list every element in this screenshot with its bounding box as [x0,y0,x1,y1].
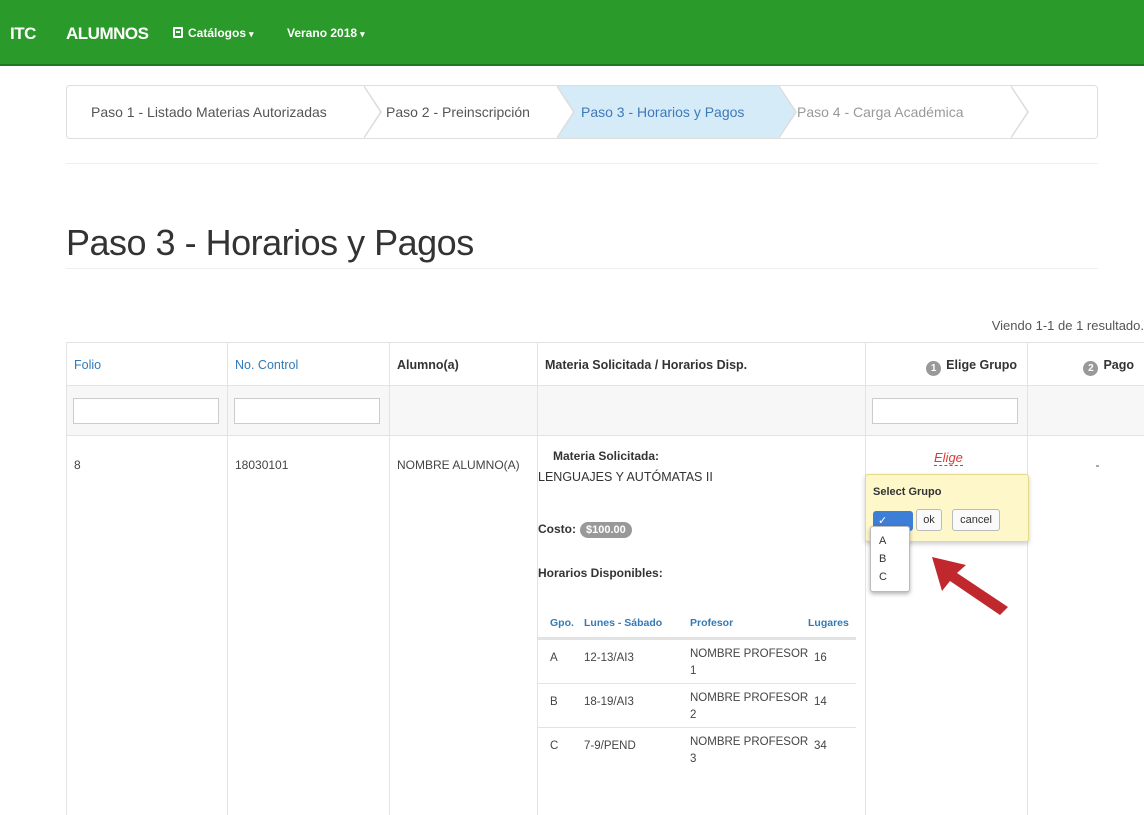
schedule-lugares: 14 [814,696,827,708]
page-title: Paso 3 - Horarios y Pagos [66,222,474,263]
step-separator [556,86,575,138]
schedule-lugares: 34 [814,740,827,752]
grupo-option-c[interactable]: C [879,571,887,583]
schedule-row: A 12-13/AI3 NOMBRE PROFESOR 1 16 [538,639,856,683]
schedule-profesor: NOMBRE PROFESOR 3 [690,734,808,768]
grupo-option-b[interactable]: B [879,553,886,565]
column-header-grupo-label: Elige Grupo [946,358,1017,372]
cell-folio: 8 [66,436,228,815]
ok-button[interactable]: ok [916,509,942,531]
column-header-materia: Materia Solicitada / Horarios Disp. [538,342,866,386]
step-separator [1010,86,1029,138]
schedule-header: Gpo. [550,617,574,629]
profesor-name: NOMBRE PROFESOR [690,736,809,748]
caret-down-icon: ▾ [360,29,365,39]
wizard-step-4: Paso 4 - Carga Académica [779,86,1029,138]
popover-title: Select Grupo [873,486,942,498]
nav-catalogos-menu[interactable]: Catálogos ▾ [173,26,254,40]
schedule-table: Gpo. Lunes - Sábado Profesor Lugares A 1… [538,606,856,771]
schedule-header-row: Gpo. Lunes - Sábado Profesor Lugares [538,606,856,639]
wizard-step-label: Paso 2 - Preinscripción [386,104,530,120]
schedule-horario: 18-19/AI3 [584,696,634,708]
cell-pago: - [1028,436,1144,815]
grupo-dropdown: A B C [870,526,910,592]
wizard-step-label: Paso 4 - Carga Académica [797,104,964,120]
profesor-number: 2 [690,709,697,721]
profesor-name: NOMBRE PROFESOR [690,692,809,704]
column-header-pago: 2 Pago [1028,342,1144,386]
filter-cell [1028,386,1144,436]
filter-cell [228,386,390,436]
schedule-gpo: A [550,652,558,664]
wizard-step-3[interactable]: Paso 3 - Horarios y Pagos [557,86,797,138]
wizard-step-label: Paso 1 - Listado Materias Autorizadas [91,104,327,120]
step-separator [363,86,382,138]
arrow-shape [932,557,1008,615]
nav-alumnos[interactable]: ALUMNOS [66,24,149,44]
filter-control-input[interactable] [234,398,380,424]
column-header-pago-label: Pago [1103,358,1134,372]
column-header-control[interactable]: No. Control [228,342,390,386]
costo: Costo: $100.00 [538,522,632,538]
nav-periodo-label: Verano 2018 [287,26,358,40]
step-number-badge: 2 [1083,361,1099,376]
cell-alumno: NOMBRE ALUMNO(A) [390,436,538,815]
grupo-option-a[interactable]: A [879,535,886,547]
red-arrow-icon [932,557,1008,615]
schedule-profesor: NOMBRE PROFESOR 2 [690,690,808,724]
step-number-badge: 1 [926,361,942,376]
filter-cell [390,386,538,436]
nav-periodo-menu[interactable]: Verano 2018 ▾ [287,26,365,40]
filter-folio-input[interactable] [73,398,219,424]
materia-label: Materia Solicitada: [553,449,660,463]
schedule-gpo: B [550,696,558,708]
nav-catalogos-label: Catálogos [188,26,247,40]
column-header-alumno: Alumno(a) [390,342,538,386]
wizard-steps: Paso 1 - Listado Materias Autorizadas Pa… [66,85,1098,139]
column-header-folio[interactable]: Folio [66,342,228,386]
costo-label: Costo: [538,522,576,536]
horarios-label: Horarios Disponibles: [538,566,663,580]
costo-badge: $100.00 [580,522,632,538]
schedule-header: Lunes - Sábado [584,617,663,629]
filter-cell [538,386,866,436]
schedule-horario: 12-13/AI3 [584,652,634,664]
profesor-number: 1 [690,665,697,677]
book-icon [173,27,183,38]
filter-cell [866,386,1028,436]
schedule-header: Lugares [808,617,849,629]
navbar: ITC ALUMNOS Catálogos ▾ Verano 2018 ▾ [0,0,1144,66]
schedule-gpo: C [550,740,559,752]
materia-name: LENGUAJES Y AUTÓMATAS II [538,470,713,484]
divider [66,268,1098,269]
schedule-profesor: NOMBRE PROFESOR 1 [690,646,808,680]
schedule-lugares: 16 [814,652,827,664]
wizard-step-2[interactable]: Paso 2 - Preinscripción [364,86,575,138]
schedule-horario: 7-9/PEND [584,740,636,752]
schedule-header: Profesor [690,617,734,629]
filter-grupo-input[interactable] [872,398,1018,424]
wizard-step-1[interactable]: Paso 1 - Listado Materias Autorizadas [67,86,382,138]
profesor-name: NOMBRE PROFESOR [690,648,809,660]
schedule-row: C 7-9/PEND NOMBRE PROFESOR 3 34 [538,727,856,771]
step-separator [778,86,797,138]
cell-control: 18030101 [228,436,390,815]
caret-down-icon: ▾ [249,29,254,39]
wizard-step-label: Paso 3 - Horarios y Pagos [581,104,745,120]
filter-cell [66,386,228,436]
column-header-grupo: 1 Elige Grupo [866,342,1028,386]
cell-materia: Materia Solicitada: LENGUAJES Y AUTÓMATA… [538,436,866,815]
cancel-button[interactable]: cancel [952,509,1000,531]
elige-grupo-link[interactable]: Elige [934,450,963,466]
result-summary: Viendo 1-1 de 1 resultado. [991,318,1144,333]
schedule-row: B 18-19/AI3 NOMBRE PROFESOR 2 14 [538,683,856,727]
divider [66,163,1098,164]
brand-logo[interactable]: ITC [10,24,36,44]
profesor-number: 3 [690,753,697,765]
